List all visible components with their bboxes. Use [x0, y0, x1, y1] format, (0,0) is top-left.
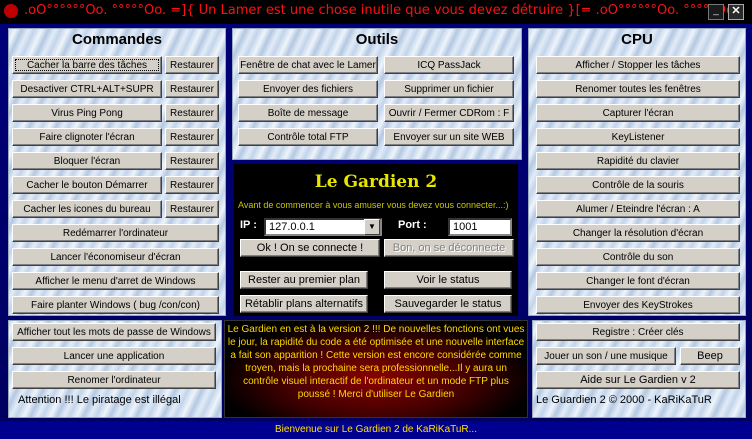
screensaver-button[interactable]: Lancer l'économiseur d'écran — [12, 248, 219, 266]
cdrom-button[interactable]: Ouvrir / Fermer CDRom : F — [384, 104, 514, 122]
title-bar: .oO°°°°°°Oo. °°°°°Oo. =]{ Un Lamer est u… — [0, 0, 752, 24]
hide-taskbar-button[interactable]: Cacher la barre des tâches — [12, 56, 162, 74]
shutdown-menu-button[interactable]: Afficher le menu d'arret de Windows — [12, 272, 219, 290]
help-button[interactable]: Aide sur Le Gardien v 2 — [536, 371, 740, 389]
minimize-icon[interactable]: _ — [708, 4, 724, 20]
restore-ping-pong-button[interactable]: Restaurer — [165, 104, 219, 122]
screen-power-button[interactable]: Alumer / Eteindre l'écran : A — [536, 200, 740, 218]
crash-windows-button[interactable]: Faire planter Windows ( bug /con/con) — [12, 296, 219, 314]
beep-button[interactable]: Beep — [680, 347, 740, 365]
port-label: Port : — [398, 219, 427, 231]
connect-button[interactable]: Ok ! On se connecte ! — [240, 239, 380, 257]
screen-font-button[interactable]: Changer le font d'écran — [536, 272, 740, 290]
reboot-button[interactable]: Redémarrer l'ordinateur — [12, 224, 219, 242]
window-title: .oO°°°°°°Oo. °°°°°Oo. =]{ Un Lamer est u… — [24, 3, 738, 18]
panel-title-cpu: CPU — [621, 31, 653, 48]
flash-screen-button[interactable]: Faire clignoter l'écran — [12, 128, 162, 146]
panel-title-commandes: Commandes — [71, 31, 163, 48]
restore-taskbar-button[interactable]: Restaurer — [165, 56, 219, 74]
sound-control-button[interactable]: Contrôle du son — [536, 248, 740, 266]
main-window: .oO°°°°°°Oo. °°°°°Oo. =]{ Un Lamer est u… — [0, 0, 752, 439]
legal-warning: Attention !!! Le piratage est illégal — [18, 394, 181, 406]
send-keystrokes-button[interactable]: Envoyer des KeyStrokes — [536, 296, 740, 314]
disable-ctrl-alt-del-button[interactable]: Desactiver CTRL+ALT+SUPR — [12, 80, 162, 98]
rename-windows-button[interactable]: Renomer toutes les fenêtres — [536, 80, 740, 98]
version-info-text: Le Gardien en est à la version 2 !!! De … — [227, 324, 525, 400]
view-status-button[interactable]: Voir le status — [384, 271, 512, 289]
restore-start-button[interactable]: Restaurer — [165, 176, 219, 194]
icq-passjack-button[interactable]: ICQ PassJack — [384, 56, 514, 74]
keylistener-button[interactable]: KeyListener — [536, 128, 740, 146]
restore-flash-button[interactable]: Restaurer — [165, 128, 219, 146]
restore-lock-button[interactable]: Restaurer — [165, 152, 219, 170]
message-box-button[interactable]: Boîte de message — [238, 104, 378, 122]
send-website-button[interactable]: Envoyer sur un site WEB — [384, 128, 514, 146]
close-icon[interactable]: ✕ — [728, 4, 744, 20]
status-bar: Bienvenue sur Le Gardien 2 de KaRiKaTuR.… — [0, 421, 752, 439]
restore-desktop-icons-button[interactable]: Restaurer — [165, 200, 219, 218]
mouse-control-button[interactable]: Contrôle de la souris — [536, 176, 740, 194]
port-input[interactable]: 1001 — [448, 218, 512, 236]
disconnect-button[interactable]: Bon, on se déconnecte — [384, 239, 514, 257]
save-status-button[interactable]: Sauvegarder le status — [384, 295, 512, 313]
hide-start-button[interactable]: Cacher le bouton Démarrer — [12, 176, 162, 194]
restore-ctrl-alt-del-button[interactable]: Restaurer — [165, 80, 219, 98]
play-sound-button[interactable]: Jouer un son / une musique — [536, 347, 676, 365]
gardien-title: Le Gardien 2 — [314, 172, 438, 192]
skull-icon — [4, 4, 18, 18]
chat-window-button[interactable]: Fenêtre de chat avec le Lamer — [238, 56, 378, 74]
keyboard-speed-button[interactable]: Rapidité du clavier — [536, 152, 740, 170]
status-text: Bienvenue sur Le Gardien 2 de KaRiKaTuR.… — [275, 424, 477, 435]
copyright-text: Le Guardien 2 © 2000 - KaRiKaTuR — [536, 394, 712, 406]
version-info-box: Le Gardien en est à la version 2 !!! De … — [224, 320, 528, 418]
gardien-subtitle: Avant de commencer à vous amuser vous de… — [238, 200, 509, 210]
tasks-button[interactable]: Afficher / Stopper les tâches — [536, 56, 740, 74]
send-files-button[interactable]: Envoyer des fichiers — [238, 80, 378, 98]
delete-file-button[interactable]: Supprimer un fichier — [384, 80, 514, 98]
lock-screen-button[interactable]: Bloquer l'écran — [12, 152, 162, 170]
registry-button[interactable]: Registre : Créer clés — [536, 323, 740, 341]
ping-pong-virus-button[interactable]: Virus Ping Pong — [12, 104, 162, 122]
ip-label: IP : — [240, 219, 257, 231]
panel-title-outils: Outils — [355, 31, 399, 48]
show-passwords-button[interactable]: Afficher tout les mots de passe de Windo… — [12, 323, 216, 341]
resolution-button[interactable]: Changer la résolution d'écran — [536, 224, 740, 242]
launch-app-button[interactable]: Lancer une application — [12, 347, 216, 365]
restore-plans-button[interactable]: Rétablir plans alternatifs — [240, 295, 368, 313]
chevron-down-icon[interactable]: ▼ — [364, 219, 380, 235]
rename-computer-button[interactable]: Renomer l'ordinateur — [12, 371, 216, 389]
stay-on-top-button[interactable]: Rester au premier plan — [240, 271, 368, 289]
ftp-control-button[interactable]: Contrôle total FTP — [238, 128, 378, 146]
capture-screen-button[interactable]: Capturer l'écran — [536, 104, 740, 122]
hide-desktop-icons-button[interactable]: Cacher les icones du bureau — [12, 200, 162, 218]
